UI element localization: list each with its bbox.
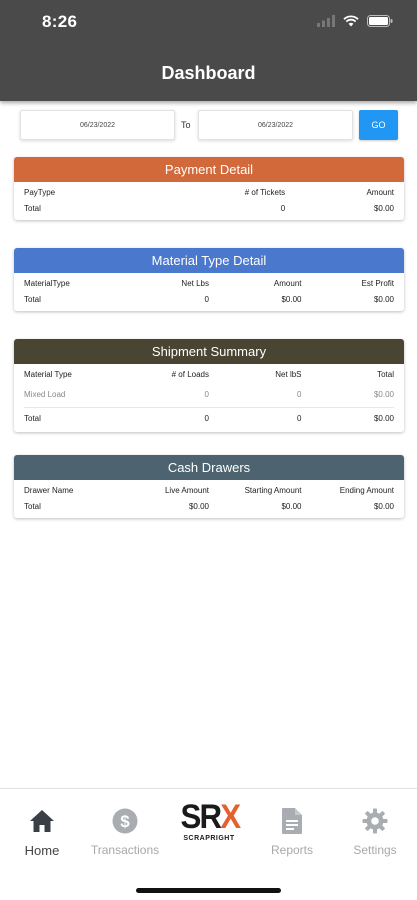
from-date-field[interactable]: 06/23/2022	[20, 110, 175, 140]
column-header: Material Type	[24, 369, 72, 379]
column-header: PayType	[24, 187, 56, 197]
app-header: 8:26 Dashboard	[0, 0, 417, 101]
shipment-header-row: Material Type # of Loads Net lbS Total	[24, 366, 394, 382]
table-cell: $0.00	[373, 203, 395, 213]
status-time: 8:26	[42, 12, 78, 31]
table-cell: Total	[24, 294, 41, 304]
home-indicator	[136, 888, 281, 893]
table-cell: 0	[204, 413, 209, 423]
nav-home-label: Home	[24, 843, 60, 858]
nav-transactions-label: Transactions	[90, 843, 160, 857]
status-icons	[317, 14, 393, 32]
table-cell: Total	[24, 413, 41, 423]
page-title: Dashboard	[161, 63, 256, 83]
table-cell: 0	[297, 390, 302, 399]
cellular-signal-icon	[317, 14, 335, 32]
table-cell: $0.00	[373, 413, 394, 423]
table-cell: 0	[280, 203, 286, 213]
document-icon	[252, 807, 332, 835]
table-cell: $0.00	[281, 294, 302, 304]
payment-header-row: PayType # of Tickets Amount	[24, 184, 394, 200]
column-header: Starting Amount	[244, 485, 302, 495]
column-header: Live Amount	[164, 485, 209, 495]
logo-letter-x: X	[220, 798, 241, 836]
go-button[interactable]: GO	[359, 110, 398, 140]
cash-header-row: Drawer Name Live Amount Starting Amount …	[24, 482, 394, 498]
to-label: To	[181, 120, 191, 130]
column-header: Net Lbs	[181, 278, 209, 288]
table-cell: $0.00	[188, 501, 209, 511]
table-cell: Total	[24, 203, 41, 213]
to-date-field[interactable]: 06/23/2022	[198, 110, 353, 140]
table-cell: 0	[204, 390, 209, 399]
home-icon	[2, 807, 82, 835]
bottom-nav: Home $ Transactions SRX SCRAPRIGHT Repor…	[0, 788, 417, 900]
gear-icon	[335, 807, 415, 835]
column-header: Amount	[273, 278, 302, 288]
column-header: Est Profit	[361, 278, 394, 288]
nav-settings[interactable]: Settings	[335, 807, 415, 857]
column-header: Net lbS	[275, 369, 302, 379]
table-cell: Mixed Load	[24, 390, 66, 399]
nav-reports-label: Reports	[270, 843, 314, 857]
table-cell: Total	[24, 501, 41, 511]
payment-total-row: Total 0 $0.00	[24, 200, 394, 216]
table-cell: 0	[297, 413, 302, 423]
nav-settings-label: Settings	[353, 843, 397, 857]
logo-letter-s: S	[180, 798, 201, 836]
material-header-row: MaterialType Net Lbs Amount Est Profit	[24, 275, 394, 291]
scrapright-logo: SRX SCRAPRIGHT	[178, 797, 241, 857]
svg-text:$: $	[120, 812, 130, 831]
nav-reports[interactable]: Reports	[252, 807, 332, 857]
logo-letter-r: R	[199, 798, 223, 836]
table-cell: $0.00	[373, 390, 394, 399]
column-header: Total	[377, 369, 394, 379]
shipment-total-row: Total 0 0 $0.00	[24, 408, 394, 428]
table-cell: $0.00	[373, 294, 394, 304]
table-cell: $0.00	[373, 501, 394, 511]
dollar-icon: $	[85, 807, 165, 835]
table-cell: $0.00	[281, 501, 302, 511]
table-cell: 0	[204, 294, 209, 304]
cash-total-row: Total $0.00 $0.00 $0.00	[24, 498, 394, 514]
material-type-detail-title: Material Type Detail	[14, 248, 404, 273]
table-row: Mixed Load 0 0 $0.00	[24, 382, 394, 408]
column-header: MaterialType	[24, 278, 70, 288]
wifi-icon	[343, 14, 359, 32]
nav-transactions[interactable]: $ Transactions	[85, 807, 165, 857]
cash-drawers-title: Cash Drawers	[14, 455, 404, 480]
column-header: Drawer Name	[24, 485, 74, 495]
column-header: Amount	[366, 187, 395, 197]
shipment-summary-card: Shipment Summary Material Type # of Load…	[14, 339, 404, 432]
app-root: 8:26 Dashboard 06/23/2022 To 06/23/2022 …	[0, 0, 417, 900]
column-header: # of Tickets	[244, 187, 286, 197]
battery-icon	[367, 14, 393, 32]
column-header: # of Loads	[171, 369, 209, 379]
payment-detail-title: Payment Detail	[14, 157, 404, 182]
shipment-summary-title: Shipment Summary	[14, 339, 404, 364]
cash-drawers-card: Cash Drawers Drawer Name Live Amount Sta…	[14, 455, 404, 518]
material-total-row: Total 0 $0.00 $0.00	[24, 291, 394, 307]
column-header: Ending Amount	[339, 485, 394, 495]
date-filter: 06/23/2022 To 06/23/2022 GO	[20, 110, 398, 140]
material-type-detail-card: Material Type Detail MaterialType Net Lb…	[14, 248, 404, 311]
nav-home[interactable]: Home	[2, 807, 82, 858]
payment-detail-card: Payment Detail PayType # of Tickets Amou…	[14, 157, 404, 220]
